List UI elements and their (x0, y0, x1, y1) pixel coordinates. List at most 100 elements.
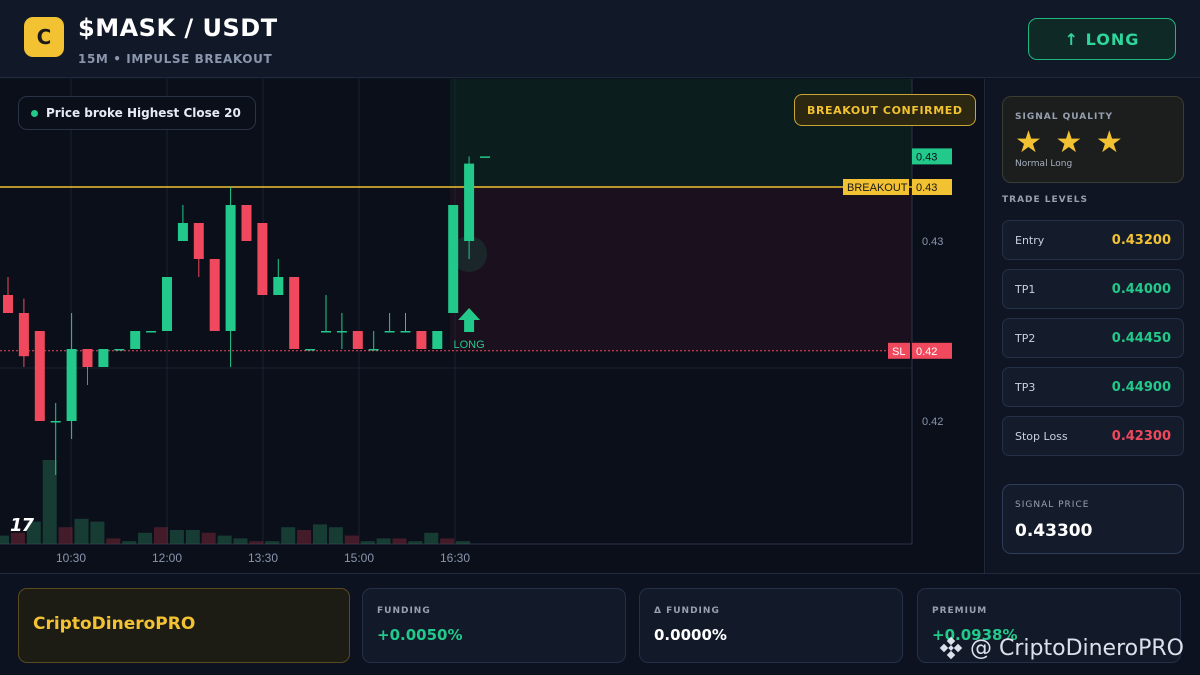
candle-body (146, 331, 157, 333)
tradingview-logo-icon[interactable]: 17 (10, 515, 34, 536)
price-chart[interactable]: LONG 0.42 0.43 10:30 12:00 13:30 15:00 16:30 0.4… (0, 79, 985, 573)
volume-bar (376, 538, 391, 544)
volume-bar (424, 532, 439, 544)
trade-level-entry: Entry 0.43200 (1002, 220, 1184, 260)
pair-subtitle: 15M • IMPULSE BREAKOUT (78, 52, 273, 66)
premium-label: PREMIUM (932, 606, 988, 616)
signal-kind: Normal Long (1015, 159, 1073, 169)
volume-bar (122, 541, 137, 544)
last-price-tag: 0.43 (916, 151, 937, 163)
trade-level-name: TP3 (1015, 381, 1036, 394)
x-tick-label: 15:00 (344, 551, 374, 565)
signal-price-value: 0.43300 (1015, 521, 1093, 541)
candlestick-chart: LONG 0.42 0.43 10:30 12:00 13:30 15:00 16:30 0.4… (0, 79, 952, 565)
funding-card: FUNDING +0.0050% (362, 588, 626, 663)
delta-funding-value: 0.0000% (654, 626, 727, 644)
status-dot-icon (31, 109, 38, 117)
trade-level-tp2: TP2 0.44450 (1002, 318, 1184, 358)
trade-level-value: 0.43200 (1111, 233, 1171, 248)
volume-bar (201, 532, 216, 544)
volume-bar (90, 521, 105, 544)
candle-body (193, 223, 204, 259)
candle-body (368, 349, 379, 351)
candle-body (66, 349, 77, 421)
funding-value: +0.0050% (377, 626, 463, 644)
signal-quality-card: SIGNAL QUALITY ★ ★ ★ Normal Long (1002, 96, 1184, 183)
trade-level-value: 0.44000 (1111, 282, 1171, 297)
candle-body (162, 277, 172, 331)
volume-bar (408, 541, 423, 544)
volume-bar (249, 541, 264, 544)
coin-logo-icon: C (24, 17, 64, 57)
risk-zone (450, 187, 912, 351)
brand-card: CriptoDineroPRO (18, 588, 350, 663)
sl-name-tag: SL (892, 346, 905, 358)
delta-funding-card: Δ FUNDING 0.0000% (639, 588, 903, 663)
signal-price-card: SIGNAL PRICE 0.43300 (1002, 484, 1184, 554)
candle-body (177, 223, 188, 241)
volume-bar (138, 532, 153, 544)
trade-level-name: TP1 (1015, 283, 1036, 296)
y-tick-label: 0.43 (922, 236, 943, 248)
candle-body (34, 331, 45, 421)
pair-title: $MASK / USDT (78, 14, 278, 42)
sl-value-tag: 0.42 (916, 346, 937, 358)
candle-body (241, 205, 252, 241)
trade-level-name: Stop Loss (1015, 430, 1068, 443)
candle-body (336, 331, 347, 333)
candle-body (321, 331, 331, 333)
candle-body (50, 421, 61, 423)
signal-quality-label: SIGNAL QUALITY (1015, 112, 1113, 122)
status-pill-text: Price broke Highest Close 20 (46, 106, 241, 120)
funding-label: FUNDING (377, 606, 431, 616)
trade-level-value: 0.44900 (1111, 380, 1171, 395)
breakout-value-tag: 0.43 (916, 182, 937, 194)
candle-body (18, 313, 29, 357)
candle-body (464, 163, 475, 241)
volume-bar (154, 527, 168, 544)
trade-level-value: 0.42300 (1111, 429, 1171, 444)
x-tick-label: 12:00 (152, 551, 182, 565)
trade-levels-title: TRADE LEVELS (1002, 195, 1088, 205)
breakout-name-tag: BREAKOUT (847, 182, 908, 194)
long-button[interactable]: ↑ LONG (1028, 18, 1176, 60)
trade-level-tp3: TP3 0.44900 (1002, 367, 1184, 407)
candle-body (209, 259, 220, 331)
candle-body (305, 349, 316, 351)
candle-body (114, 349, 125, 351)
volume-bar (106, 538, 121, 544)
volume-bar (58, 527, 73, 544)
candle-body (416, 331, 427, 349)
signal-price-label: SIGNAL PRICE (1015, 500, 1090, 510)
candle-body (3, 295, 13, 313)
volume-bar (233, 538, 248, 544)
candle-body (289, 277, 300, 349)
volume-bar (74, 518, 89, 544)
candle-body (273, 277, 284, 295)
volume-bar (185, 530, 200, 544)
candle-body (400, 331, 411, 333)
status-pill: Price broke Highest Close 20 (18, 96, 256, 130)
brand-name: CriptoDineroPRO (33, 614, 196, 634)
candle-body (352, 331, 363, 349)
volume-bar (0, 535, 9, 544)
signal-sidebar: SIGNAL QUALITY ★ ★ ★ Normal Long TRADE L… (986, 79, 1200, 573)
breakout-confirmed-badge: BREAKOUT CONFIRMED (794, 94, 976, 126)
volume-bar (281, 527, 296, 544)
trade-level-tp1: TP1 0.44000 (1002, 269, 1184, 309)
binance-icon (939, 636, 963, 660)
signal-glow (451, 236, 488, 272)
x-tick-label: 16:30 (440, 551, 470, 565)
y-tick-label: 0.42 (922, 416, 943, 428)
x-tick-label: 13:30 (248, 551, 278, 565)
trade-level-stop-loss: Stop Loss 0.42300 (1002, 416, 1184, 456)
candle-body (257, 223, 268, 295)
candle-body (82, 349, 93, 367)
candle-body (130, 331, 141, 349)
volume-bar (328, 527, 343, 544)
volume-bar (42, 460, 57, 544)
volume-bar (360, 541, 375, 544)
volume-bar (456, 541, 471, 544)
header-bar: C $MASK / USDT 15M • IMPULSE BREAKOUT ↑ … (0, 0, 1200, 78)
trade-level-name: Entry (1015, 234, 1045, 247)
